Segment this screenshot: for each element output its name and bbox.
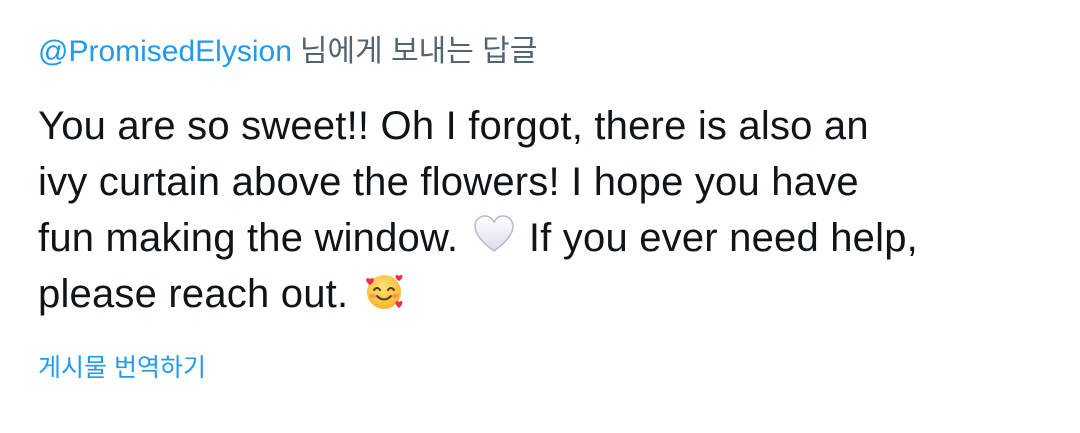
tweet-text-line: fun making the window. If you ever need … (38, 210, 1048, 266)
reply-context-label: 님에게 보내는 답글 (299, 35, 538, 68)
tweet-text-fragment: fun making the window. (38, 216, 459, 260)
tweet-text-line: You are so sweet!! Oh I forgot, there is… (38, 104, 869, 148)
tweet-text-fragment: If you ever need help, (528, 216, 918, 260)
tweet-text-line: ivy curtain above the flowers! I hope yo… (38, 160, 859, 204)
white-heart-emoji (473, 215, 514, 252)
reply-mention-link[interactable]: @PromisedElysion (38, 35, 292, 68)
translate-post-link[interactable]: 게시물 번역하기 (38, 350, 206, 386)
smiling-face-with-hearts-emoji (365, 274, 403, 309)
reply-context: @PromisedElysion 님에게 보내는 답글 (38, 30, 537, 74)
tweet-text-fragment: please reach out. (38, 272, 349, 316)
tweet-text-line: please reach out. (38, 266, 1048, 322)
tweet-text: You are so sweet!! Oh I forgot, there is… (38, 98, 1048, 322)
